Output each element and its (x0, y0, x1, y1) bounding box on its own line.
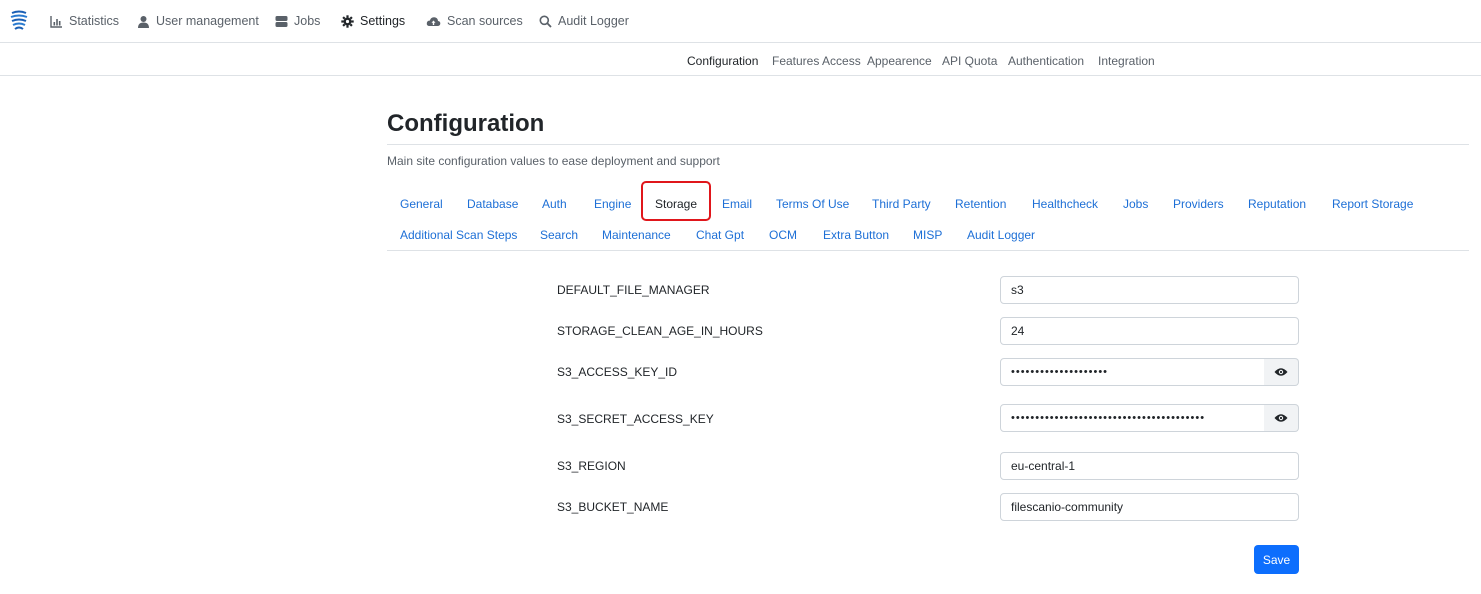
tab-engine[interactable]: Engine (594, 197, 631, 211)
tab-ocm[interactable]: OCM (769, 228, 797, 242)
tab-additional-scan-steps[interactable]: Additional Scan Steps (400, 228, 517, 242)
default-file-manager-input[interactable] (1000, 276, 1299, 304)
tab-storage[interactable]: Storage (655, 197, 697, 211)
storage-clean-age-label: STORAGE_CLEAN_AGE_IN_HOURS (557, 324, 763, 338)
server-icon (275, 15, 288, 28)
user-icon (137, 15, 150, 28)
s3-access-key-input[interactable] (1000, 358, 1265, 386)
subnav-configuration[interactable]: Configuration (687, 54, 758, 68)
s3-region-input[interactable] (1000, 452, 1299, 480)
subnav-appearence[interactable]: Appearence (867, 54, 932, 68)
eye-icon (1274, 414, 1288, 422)
nav-scan-sources-label: Scan sources (447, 14, 523, 28)
default-file-manager-label: DEFAULT_FILE_MANAGER (557, 283, 710, 297)
s3-bucket-name-label: S3_BUCKET_NAME (557, 500, 669, 514)
chart-icon (50, 15, 63, 28)
nav-user-management-label: User management (156, 14, 259, 28)
settings-subnav: Configuration Features Access Appearence… (0, 43, 1481, 76)
nav-user-management[interactable]: User management (137, 13, 259, 29)
s3-secret-access-key-label: S3_SECRET_ACCESS_KEY (557, 412, 714, 426)
nav-statistics-label: Statistics (69, 14, 120, 28)
tab-jobs[interactable]: Jobs (1123, 197, 1148, 211)
subnav-features-access[interactable]: Features Access (772, 54, 861, 68)
s3-secret-access-key-reveal-button[interactable] (1264, 404, 1299, 432)
tab-retention[interactable]: Retention (955, 197, 1006, 211)
s3-bucket-name-input[interactable] (1000, 493, 1299, 521)
eye-icon (1274, 368, 1288, 376)
nav-jobs[interactable]: Jobs (275, 13, 320, 29)
save-button[interactable]: Save (1254, 545, 1299, 574)
nav-settings[interactable]: Settings (341, 13, 405, 29)
nav-statistics[interactable]: Statistics (50, 13, 119, 29)
tabs-divider (387, 250, 1469, 251)
tab-audit-logger[interactable]: Audit Logger (967, 228, 1035, 242)
storage-clean-age-input[interactable] (1000, 317, 1299, 345)
nav-settings-label: Settings (360, 14, 406, 28)
app-logo-icon[interactable] (9, 9, 29, 31)
search-icon (539, 15, 552, 28)
tab-chat-gpt[interactable]: Chat Gpt (696, 228, 744, 242)
cloud-upload-icon (426, 15, 441, 28)
s3-region-label: S3_REGION (557, 459, 626, 473)
tab-extra-button[interactable]: Extra Button (823, 228, 889, 242)
tab-third-party[interactable]: Third Party (872, 197, 931, 211)
tab-report-storage[interactable]: Report Storage (1332, 197, 1413, 211)
tab-general[interactable]: General (400, 197, 443, 211)
s3-secret-access-key-input[interactable] (1000, 404, 1265, 432)
nav-scan-sources[interactable]: Scan sources (426, 13, 523, 29)
gear-icon (341, 14, 354, 28)
tab-database[interactable]: Database (467, 197, 518, 211)
nav-audit-logger[interactable]: Audit Logger (539, 13, 629, 29)
subnav-integration[interactable]: Integration (1098, 54, 1155, 68)
nav-audit-logger-label: Audit Logger (558, 14, 629, 28)
tab-email[interactable]: Email (722, 197, 752, 211)
nav-jobs-label: Jobs (294, 14, 321, 28)
tab-auth[interactable]: Auth (542, 197, 567, 211)
subnav-api-quota[interactable]: API Quota (942, 54, 997, 68)
title-divider (387, 144, 1469, 145)
s3-access-key-reveal-button[interactable] (1264, 358, 1299, 386)
page-title: Configuration (387, 110, 545, 137)
page-subtitle: Main site configuration values to ease d… (387, 154, 720, 168)
tab-reputation[interactable]: Reputation (1248, 197, 1306, 211)
tab-misp[interactable]: MISP (913, 228, 942, 242)
top-navbar: Statistics User management Jobs Settings… (0, 0, 1481, 43)
subnav-authentication[interactable]: Authentication (1008, 54, 1084, 68)
tab-terms-of-use[interactable]: Terms Of Use (776, 197, 849, 211)
tab-providers[interactable]: Providers (1173, 197, 1224, 211)
tab-search[interactable]: Search (540, 228, 578, 242)
tab-maintenance[interactable]: Maintenance (602, 228, 671, 242)
tab-healthcheck[interactable]: Healthcheck (1032, 197, 1098, 211)
s3-access-key-label: S3_ACCESS_KEY_ID (557, 365, 678, 379)
